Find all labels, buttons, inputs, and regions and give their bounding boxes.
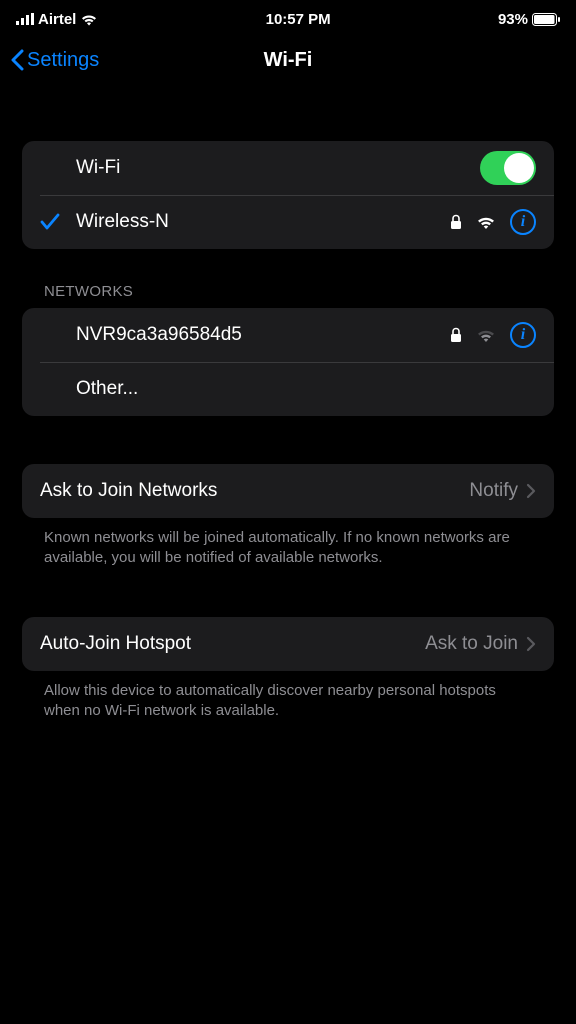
ask-join-group: Ask to Join Networks Notify xyxy=(22,464,554,518)
auto-hotspot-label: Auto-Join Hotspot xyxy=(40,633,425,655)
auto-hotspot-value: Ask to Join xyxy=(425,633,518,655)
other-network-row[interactable]: Other... xyxy=(22,362,554,416)
back-button[interactable]: Settings xyxy=(10,49,99,72)
chevron-left-icon xyxy=(10,49,24,71)
status-bar: Airtel 10:57 PM 93% xyxy=(0,0,576,34)
status-right: 93% xyxy=(498,11,560,28)
carrier-label: Airtel xyxy=(38,11,76,28)
connected-network-row[interactable]: Wireless-N i xyxy=(22,195,554,249)
auto-hotspot-group: Auto-Join Hotspot Ask to Join xyxy=(22,617,554,671)
wifi-toggle-row: Wi-Fi xyxy=(22,141,554,195)
chevron-right-icon xyxy=(526,636,536,652)
back-label: Settings xyxy=(27,49,99,72)
wifi-strength-icon xyxy=(476,215,496,230)
auto-hotspot-row[interactable]: Auto-Join Hotspot Ask to Join xyxy=(22,617,554,671)
lock-icon xyxy=(450,327,462,343)
wifi-main-group: Wi-Fi Wireless-N i xyxy=(22,141,554,249)
checkmark-icon xyxy=(40,213,60,231)
battery-pct-label: 93% xyxy=(498,11,528,28)
network-name: NVR9ca3a96584d5 xyxy=(76,324,450,346)
other-label: Other... xyxy=(76,378,536,400)
status-left: Airtel xyxy=(16,11,98,28)
wifi-toggle[interactable] xyxy=(480,151,536,185)
ask-join-footer: Known networks will be joined automatica… xyxy=(22,518,554,569)
ask-join-row[interactable]: Ask to Join Networks Notify xyxy=(22,464,554,518)
info-icon[interactable]: i xyxy=(510,209,536,235)
network-row[interactable]: NVR9ca3a96584d5 i xyxy=(22,308,554,362)
info-icon[interactable]: i xyxy=(510,322,536,348)
chevron-right-icon xyxy=(526,483,536,499)
nav-bar: Settings Wi-Fi xyxy=(0,34,576,86)
status-time: 10:57 PM xyxy=(266,11,331,28)
networks-header: NETWORKS xyxy=(22,249,554,308)
battery-icon xyxy=(532,13,560,26)
connected-network-name: Wireless-N xyxy=(76,211,450,233)
wifi-toggle-label: Wi-Fi xyxy=(76,157,480,179)
lock-icon xyxy=(450,214,462,230)
wifi-signal-icon xyxy=(80,13,98,26)
ask-join-value: Notify xyxy=(469,480,518,502)
cellular-signal-icon xyxy=(16,13,34,25)
wifi-strength-icon xyxy=(476,328,496,343)
networks-group: NVR9ca3a96584d5 i Other... xyxy=(22,308,554,416)
ask-join-label: Ask to Join Networks xyxy=(40,480,469,502)
auto-hotspot-footer: Allow this device to automatically disco… xyxy=(22,671,554,722)
